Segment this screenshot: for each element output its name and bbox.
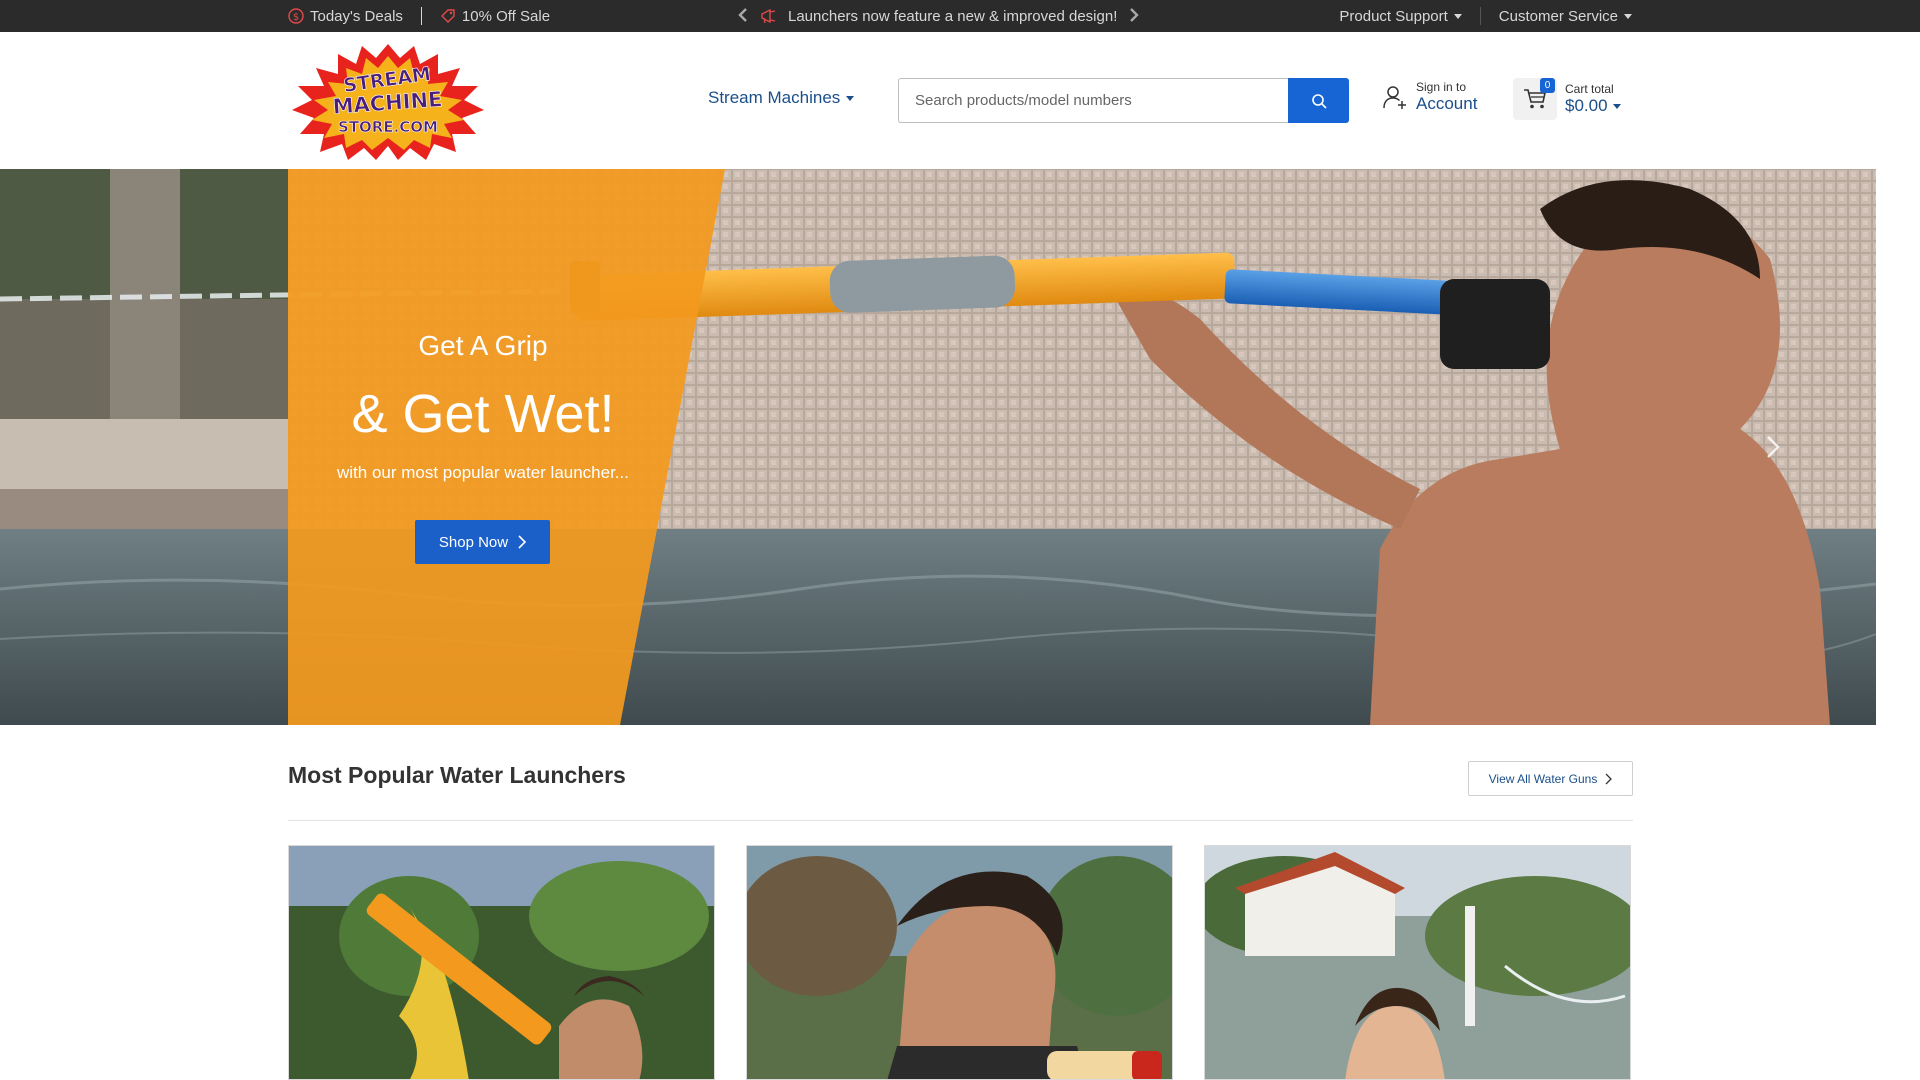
cart-icon-box: 0 xyxy=(1513,78,1557,120)
site-header: STREAM MACHINE STORE.COM Stream Machines… xyxy=(0,32,1920,169)
product-image xyxy=(747,846,1172,1079)
shop-now-button[interactable]: Shop Now xyxy=(415,520,550,564)
product-image xyxy=(289,846,714,1079)
account-text: Sign in to Account xyxy=(1416,80,1477,114)
search-input[interactable] xyxy=(898,78,1288,123)
cart-count-badge: 0 xyxy=(1540,78,1555,93)
product-card[interactable] xyxy=(288,845,715,1080)
top-bar: $ Today's Deals 10% Off Sale Launchers n… xyxy=(0,0,1920,32)
caret-down-icon xyxy=(846,95,855,101)
hero-subtitle: Get A Grip xyxy=(418,330,548,361)
customer-service-dropdown[interactable]: Customer Service xyxy=(1499,8,1632,25)
sale-link[interactable]: 10% Off Sale xyxy=(440,8,550,25)
chevron-right-icon xyxy=(1767,436,1780,458)
search-icon xyxy=(1311,93,1327,109)
search-bar xyxy=(898,78,1349,123)
product-card[interactable] xyxy=(746,845,1173,1080)
caret-down-icon xyxy=(1453,13,1462,19)
hero-content: Get A Grip & Get Wet! with our most popu… xyxy=(288,169,678,725)
account-link[interactable]: Sign in to Account xyxy=(1382,80,1477,114)
top-bar-left: $ Today's Deals 10% Off Sale xyxy=(288,0,550,32)
caret-down-icon xyxy=(1624,13,1632,19)
search-button[interactable] xyxy=(1288,78,1349,123)
chevron-right-icon xyxy=(1605,773,1613,784)
section-title: Most Popular Water Launchers xyxy=(288,762,626,788)
hero-title: & Get Wet! xyxy=(351,384,615,444)
customer-service-label: Customer Service xyxy=(1498,7,1618,25)
store-logo[interactable]: STREAM MACHINE STORE.COM xyxy=(288,42,488,160)
stream-machines-label: Stream Machines xyxy=(708,88,841,107)
view-all-water-guns-button[interactable]: View All Water Guns xyxy=(1468,761,1633,796)
product-support-dropdown[interactable]: Product Support xyxy=(1339,7,1462,25)
sale-label: 10% Off Sale xyxy=(461,7,551,25)
hero-description: with our most popular water launcher... xyxy=(337,463,629,482)
cart-total-value-row: $0.00 xyxy=(1565,96,1621,116)
dollar-circle-icon: $ xyxy=(288,8,304,24)
hero-image xyxy=(0,169,1876,725)
section-divider xyxy=(288,820,1633,821)
cart-total-label: Cart total xyxy=(1565,82,1614,96)
cart-button[interactable]: 0 Cart total $0.00 xyxy=(1513,78,1621,120)
hero-banner: Get A Grip & Get Wet! with our most popu… xyxy=(0,169,1876,725)
chevron-left-icon[interactable] xyxy=(736,7,750,25)
cart-total-value: $0.00 xyxy=(1565,96,1608,115)
top-bar-separator xyxy=(1479,7,1481,25)
tag-icon xyxy=(440,9,455,23)
user-add-icon xyxy=(1383,86,1406,109)
todays-deals-label: Today's Deals xyxy=(310,7,403,25)
chevron-right-icon xyxy=(518,535,527,549)
svg-text:STORE.COM: STORE.COM xyxy=(338,118,438,136)
stream-machines-dropdown[interactable]: Stream Machines xyxy=(708,88,855,108)
account-small-label: Sign in to xyxy=(1416,80,1467,94)
carousel-next-arrow[interactable] xyxy=(1766,433,1780,467)
announcement-carousel: Launchers now feature a new & improved d… xyxy=(736,0,1141,32)
view-all-label: View All Water Guns xyxy=(1488,771,1598,786)
todays-deals-link[interactable]: $ Today's Deals xyxy=(288,8,403,25)
product-support-label: Product Support xyxy=(1339,7,1448,25)
chevron-right-icon[interactable] xyxy=(1127,7,1141,25)
product-image xyxy=(1205,846,1630,1079)
cart-text: Cart total $0.00 xyxy=(1565,82,1621,116)
product-card[interactable] xyxy=(1204,845,1631,1080)
top-bar-separator xyxy=(420,7,422,25)
account-label: Account xyxy=(1416,94,1478,113)
shop-now-label: Shop Now xyxy=(438,533,509,551)
svg-text:$: $ xyxy=(293,12,299,23)
caret-down-icon xyxy=(1612,103,1621,109)
announcement-text[interactable]: Launchers now feature a new & improved d… xyxy=(788,8,1117,25)
top-bar-right: Product Support Customer Service xyxy=(1339,0,1632,32)
megaphone-icon xyxy=(761,8,776,24)
